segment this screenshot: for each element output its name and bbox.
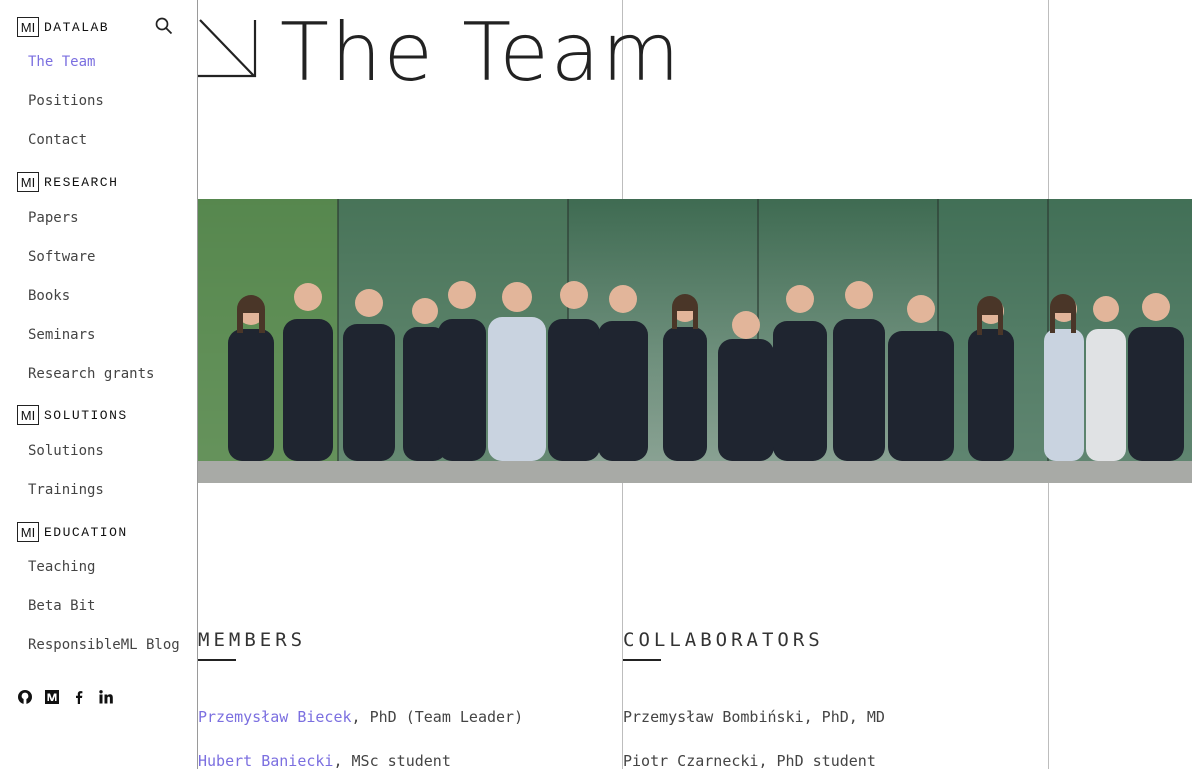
linkedin-icon[interactable] xyxy=(98,689,114,705)
page-title: The Team xyxy=(280,6,682,99)
heading-underline xyxy=(623,659,661,661)
nav-item-responsibleml-blog[interactable]: ResponsibleML Blog xyxy=(28,637,180,653)
nav-item-contact[interactable]: Contact xyxy=(28,132,87,148)
collaborator-item: Piotr Czarnecki, PhD student xyxy=(623,752,876,770)
mi-logo-icon: MI xyxy=(17,17,39,37)
nav-item-papers[interactable]: Papers xyxy=(28,210,79,226)
member-title: , PhD (Team Leader) xyxy=(351,708,524,726)
mi-logo-icon: MI xyxy=(17,522,39,542)
section-label: RESEARCH xyxy=(44,174,119,190)
sidebar: MI DATALAB The Team Positions Contact MI… xyxy=(0,0,198,769)
nav-item-positions[interactable]: Positions xyxy=(28,93,104,109)
search-icon[interactable] xyxy=(155,17,173,39)
nav-item-the-team[interactable]: The Team xyxy=(28,54,95,70)
mi-logo-icon: MI xyxy=(17,405,39,425)
member-item: Hubert Baniecki, MSc student xyxy=(198,752,451,770)
facebook-icon[interactable] xyxy=(71,689,87,705)
team-photo xyxy=(198,199,1192,483)
collaborator-item: Przemysław Bombiński, PhD, MD xyxy=(623,708,885,726)
member-link[interactable]: Hubert Baniecki xyxy=(198,752,333,770)
nav-item-solutions[interactable]: Solutions xyxy=(28,443,104,459)
nav-item-seminars[interactable]: Seminars xyxy=(28,327,95,343)
section-header-datalab: MI DATALAB xyxy=(17,17,109,37)
nav-item-teaching[interactable]: Teaching xyxy=(28,559,95,575)
nav-item-books[interactable]: Books xyxy=(28,288,70,304)
nav-item-beta-bit[interactable]: Beta Bit xyxy=(28,598,95,614)
mi-logo-icon: MI xyxy=(17,172,39,192)
section-header-education: MI EDUCATION xyxy=(17,522,128,542)
members-heading: MEMBERS xyxy=(198,629,307,651)
arrow-down-right-icon xyxy=(198,10,258,84)
nav-item-research-grants[interactable]: Research grants xyxy=(28,366,154,382)
nav-item-trainings[interactable]: Trainings xyxy=(28,482,104,498)
section-label: SOLUTIONS xyxy=(44,407,128,423)
social-links xyxy=(17,689,114,705)
member-link[interactable]: Przemysław Biecek xyxy=(198,708,352,726)
heading-underline xyxy=(198,659,236,661)
github-icon[interactable] xyxy=(17,689,33,705)
nav-item-software[interactable]: Software xyxy=(28,249,95,265)
medium-icon[interactable] xyxy=(44,689,60,705)
section-header-research: MI RESEARCH xyxy=(17,172,118,192)
section-label: DATALAB xyxy=(44,19,110,35)
collaborators-heading: COLLABORATORS xyxy=(623,629,824,651)
member-title: , MSc student xyxy=(333,752,451,770)
member-item: Przemysław Biecek, PhD (Team Leader) xyxy=(198,708,523,726)
page-header: The Team xyxy=(198,10,682,150)
section-header-solutions: MI SOLUTIONS xyxy=(17,405,128,425)
section-label: EDUCATION xyxy=(44,524,128,540)
